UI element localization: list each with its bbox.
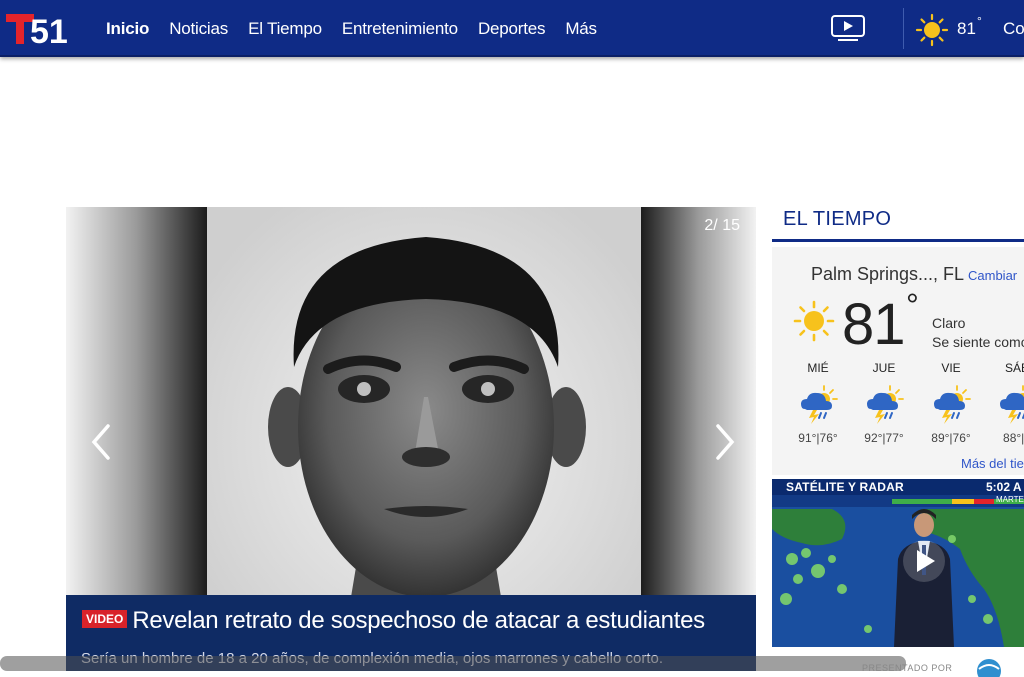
slide-headline[interactable]: Revelan retrato de sospechoso de atacar …: [132, 607, 705, 634]
horizontal-scrollbar[interactable]: [0, 656, 906, 671]
photo-slideshow: 2/ 15 VIDEO Revelan retrato de sospechoso…: [66, 207, 756, 671]
feels-like-text: Se siente como: [932, 334, 1024, 350]
forecast-day: SÁB: [1004, 361, 1024, 375]
thunderstorm-icon: [866, 385, 904, 425]
current-degree-symbol: °: [906, 287, 919, 323]
satellite-radar-video[interactable]: SATÉLITE Y RADAR 5:02 A MARTES: [772, 479, 1024, 647]
sun-icon[interactable]: [915, 13, 949, 47]
header-temperature[interactable]: 81: [957, 19, 976, 39]
video-badge: VIDEO: [82, 610, 128, 628]
forecast-temps: 91°|76°: [798, 431, 838, 445]
weather-title-rule: [772, 239, 1024, 242]
main-nav: Inicio Noticias El Tiempo Entretenimient…: [106, 0, 617, 57]
forecast-temps: 92°|77°: [864, 431, 904, 445]
play-icon[interactable]: [902, 539, 946, 583]
more-weather-link[interactable]: Más del tiem: [961, 456, 1024, 471]
top-nav-bar: 51 Inicio Noticias El Tiempo Entretenimi…: [0, 0, 1024, 57]
forecast-day: JUE: [872, 361, 896, 375]
radar-time: 5:02 A: [986, 480, 1022, 494]
telemundo-51-logo[interactable]: 51: [4, 10, 70, 46]
chevron-right-icon[interactable]: [710, 422, 740, 462]
nav-entretenimiento[interactable]: Entretenimiento: [342, 19, 458, 39]
header-divider: [903, 8, 904, 49]
radar-label: SATÉLITE Y RADAR: [786, 480, 904, 494]
nav-deportes[interactable]: Deportes: [478, 19, 546, 39]
video-player-icon[interactable]: [830, 13, 866, 43]
thunderstorm-icon: [800, 385, 838, 425]
current-temperature: 81: [842, 292, 906, 357]
forecast-temps: 88°|7: [1003, 431, 1024, 445]
change-location-link[interactable]: Cambiar: [968, 268, 1017, 283]
sun-icon: [793, 300, 835, 342]
weather-card: Palm Springs..., FL Cambiar 81 ° Claro S…: [772, 247, 1024, 475]
forecast-temps: 89°|76°: [931, 431, 971, 445]
sponsor-label: PRESENTADO POR: [862, 663, 953, 673]
slide-counter: 2/ 15: [704, 217, 740, 234]
nav-inicio[interactable]: Inicio: [106, 19, 149, 39]
header-degree-symbol: °: [977, 14, 982, 28]
radar-map-image: [772, 479, 1024, 647]
radar-day: MARTES: [996, 495, 1024, 504]
weather-section-title[interactable]: EL TIEMPO: [783, 208, 891, 231]
weather-location: Palm Springs..., FL: [811, 264, 965, 284]
nav-el-tiempo[interactable]: El Tiempo: [248, 19, 322, 39]
thunderstorm-icon: [933, 385, 971, 425]
header-more-link[interactable]: Co: [1003, 19, 1024, 39]
forecast-day: VIE: [941, 361, 961, 375]
forecast-day: MIÉ: [807, 361, 829, 375]
thunderstorm-icon: [999, 385, 1024, 425]
svg-text:51: 51: [30, 13, 68, 46]
nav-mas[interactable]: Más: [565, 19, 597, 39]
current-condition: Claro: [932, 315, 966, 331]
chevron-left-icon[interactable]: [86, 422, 116, 462]
sponsor-logo-icon: [977, 659, 1001, 677]
nav-noticias[interactable]: Noticias: [169, 19, 228, 39]
